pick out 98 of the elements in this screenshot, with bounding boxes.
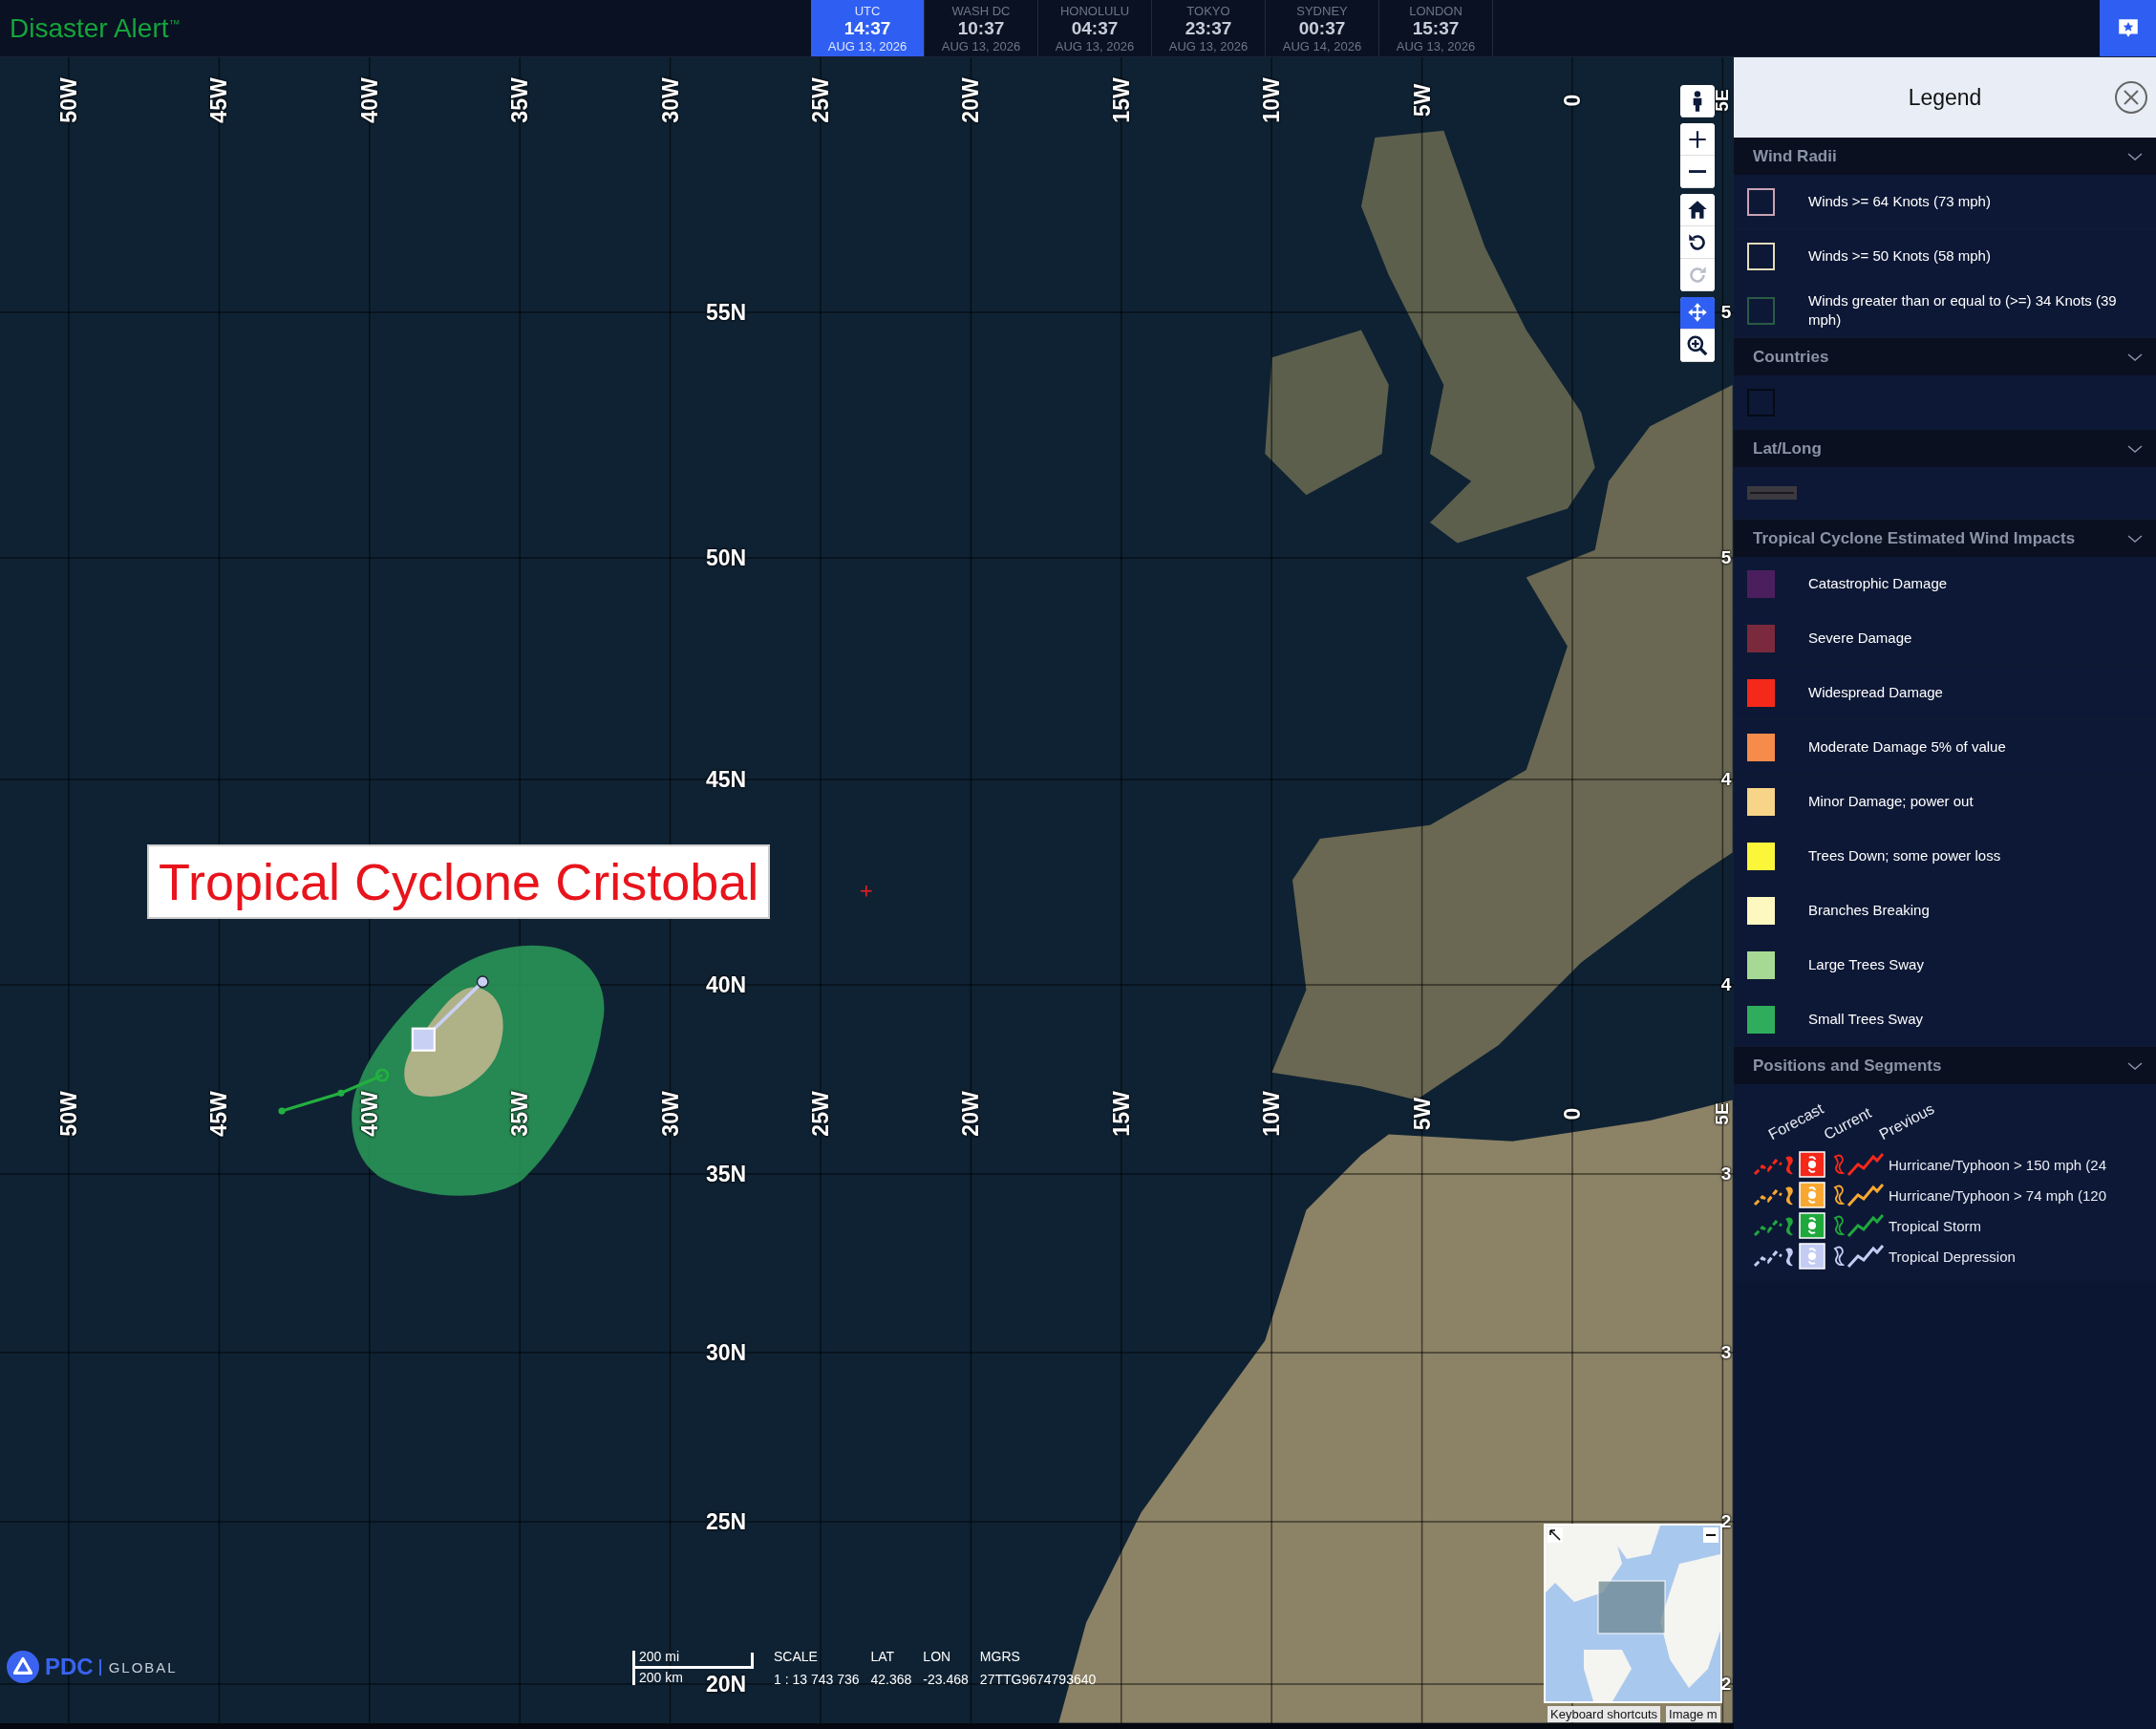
chevron-down-icon bbox=[2127, 151, 2143, 161]
longitude-label: 25W bbox=[807, 1091, 834, 1137]
readout-value: -23.468 bbox=[923, 1672, 969, 1687]
longitude-label: 35W bbox=[506, 77, 533, 123]
legend-item-label: Tropical Storm bbox=[1889, 1217, 1981, 1234]
readout-label: MGRS bbox=[979, 1649, 1021, 1664]
legend-item-label: Trees Down; some power loss bbox=[1808, 846, 2001, 865]
chevron-down-icon bbox=[2127, 443, 2143, 454]
legend-section-header[interactable]: Wind Radii bbox=[1734, 138, 2156, 175]
readout-value: 27TTG9674793640 bbox=[979, 1672, 1097, 1687]
cyclone-name-label: Tropical Cyclone Cristobal bbox=[147, 844, 771, 919]
longitude-label: 10W bbox=[1258, 1091, 1285, 1137]
longitude-label: 20W bbox=[957, 77, 984, 123]
time-zone-tab[interactable]: WASH DC 10:37 AUG 13, 2026 bbox=[925, 0, 1038, 56]
crosshair-icon bbox=[860, 885, 873, 898]
longitude-label: 15W bbox=[1108, 77, 1135, 123]
latitude-label: 3 bbox=[1720, 1342, 1732, 1363]
minus-icon bbox=[1689, 169, 1706, 174]
latitude-label: 35N bbox=[705, 1161, 747, 1187]
chevron-down-icon bbox=[2127, 352, 2143, 362]
longitude-label: 50W bbox=[55, 77, 82, 123]
latitude-label: 25N bbox=[705, 1508, 747, 1535]
legend-button[interactable] bbox=[2100, 0, 2156, 56]
triangle-logo-icon bbox=[7, 1651, 39, 1683]
longitude-label: 50W bbox=[55, 1091, 82, 1137]
latitude-label: 20N bbox=[705, 1671, 747, 1697]
zoom-in-button[interactable] bbox=[1680, 123, 1715, 156]
legend-item-label: Winds >= 64 Knots (73 mph) bbox=[1808, 192, 1991, 211]
legend-item-label: Winds >= 50 Knots (58 mph) bbox=[1808, 246, 1991, 266]
legend-title: Legend bbox=[1908, 84, 1982, 111]
latitude-label: 4 bbox=[1720, 769, 1732, 790]
app-title: Disaster Alert$^{™}$ bbox=[10, 12, 181, 44]
current-position-marker[interactable] bbox=[411, 1027, 436, 1052]
longitude-label: 30W bbox=[657, 77, 684, 123]
legend-item-label: Minor Damage; power out bbox=[1808, 792, 1974, 811]
longitude-label: 5W bbox=[1409, 1097, 1436, 1131]
legend-item-label: Severe Damage bbox=[1808, 629, 1912, 648]
longitude-label: 40W bbox=[356, 77, 383, 123]
time-zone-tab[interactable]: HONOLULU 04:37 AUG 13, 2026 bbox=[1038, 0, 1152, 56]
legend-item-label: Winds greater than or equal to (>=) 34 Knots (39 mph) bbox=[1808, 291, 2118, 330]
longitude-label: 5E bbox=[1712, 1102, 1734, 1125]
latitude-label: 2 bbox=[1720, 1511, 1732, 1532]
time-zone-tab[interactable]: SYDNEY 00:37 AUG 14, 2026 bbox=[1266, 0, 1379, 56]
latitude-label: 55N bbox=[705, 299, 747, 326]
latitude-label: 30N bbox=[705, 1339, 747, 1366]
pan-button[interactable] bbox=[1680, 297, 1715, 330]
time-zone-tab[interactable]: LONDON 15:37 AUG 13, 2026 bbox=[1379, 0, 1493, 56]
legend-section-header[interactable]: Positions and Segments bbox=[1734, 1047, 2156, 1084]
legend-section-header[interactable]: Lat/Long bbox=[1734, 430, 2156, 467]
latitude-label: 45N bbox=[705, 766, 747, 793]
legend-section-header[interactable]: Countries bbox=[1734, 338, 2156, 375]
readout-value: 1 : 13 743 736 bbox=[774, 1672, 860, 1687]
longitude-label: 15W bbox=[1108, 1091, 1135, 1137]
longitude-label: 5E bbox=[1712, 89, 1734, 112]
longitude-label: 5W bbox=[1409, 83, 1436, 117]
latitude-label: 2 bbox=[1720, 1674, 1732, 1695]
readout-label: LON bbox=[923, 1649, 952, 1664]
legend-item-label: Small Trees Sway bbox=[1808, 1010, 1924, 1029]
legend-item-label: Tropical Depression bbox=[1889, 1248, 2016, 1265]
readout-label: LAT bbox=[870, 1649, 896, 1664]
close-icon[interactable] bbox=[2114, 80, 2148, 115]
minimize-icon[interactable] bbox=[1703, 1527, 1718, 1543]
longitude-label: 0 bbox=[1559, 1107, 1586, 1121]
home-button[interactable] bbox=[1680, 194, 1715, 226]
attribution-link[interactable]: Image m bbox=[1666, 1706, 1720, 1722]
legend-item-label: Hurricane/Typhoon > 150 mph (24 bbox=[1889, 1156, 2107, 1173]
longitude-label: 40W bbox=[356, 1091, 383, 1137]
legend-item-label: Moderate Damage 5% of value bbox=[1808, 737, 2006, 757]
latitude-label: 3 bbox=[1720, 1163, 1732, 1185]
legend-item-label: Hurricane/Typhoon > 74 mph (120 bbox=[1889, 1186, 2107, 1204]
brand-name: PDC bbox=[45, 1654, 94, 1680]
latitude-label: 5 bbox=[1720, 302, 1732, 323]
longitude-label: 45W bbox=[205, 1091, 232, 1137]
longitude-label: 10W bbox=[1258, 77, 1285, 123]
latitude-label: 50N bbox=[705, 544, 747, 571]
latitude-label: 40N bbox=[705, 971, 747, 998]
legend-section-header[interactable]: Tropical Cyclone Estimated Wind Impacts bbox=[1734, 520, 2156, 557]
time-zone-tab[interactable]: TOKYO 23:37 AUG 13, 2026 bbox=[1152, 0, 1266, 56]
longitude-label: 0 bbox=[1559, 94, 1586, 107]
longitude-label: 45W bbox=[205, 77, 232, 123]
longitude-label: 30W bbox=[657, 1091, 684, 1137]
expand-arrow-icon[interactable] bbox=[1548, 1527, 1563, 1543]
legend-item-label: Widespread Damage bbox=[1808, 683, 1943, 702]
readout-label: SCALE bbox=[774, 1649, 819, 1664]
legend-item-label: Large Trees Sway bbox=[1808, 955, 1924, 974]
longitude-label: 35W bbox=[506, 1091, 533, 1137]
longitude-label: 25W bbox=[807, 77, 834, 123]
legend-item-label: Branches Breaking bbox=[1808, 901, 1930, 920]
chevron-down-icon bbox=[2127, 533, 2143, 544]
time-zone-tab[interactable]: UTC 14:37 AUG 13, 2026 bbox=[811, 0, 925, 56]
latitude-label: 4 bbox=[1720, 974, 1732, 995]
chevron-down-icon bbox=[2127, 1060, 2143, 1071]
readout-value: 42.368 bbox=[870, 1672, 912, 1687]
longitude-label: 20W bbox=[957, 1091, 984, 1137]
attribution-link[interactable]: Keyboard shortcuts bbox=[1548, 1706, 1660, 1722]
latitude-label: 5 bbox=[1720, 547, 1732, 568]
brand-subtitle: GLOBAL bbox=[98, 1658, 178, 1676]
legend-item-label: Catastrophic Damage bbox=[1808, 574, 1948, 593]
